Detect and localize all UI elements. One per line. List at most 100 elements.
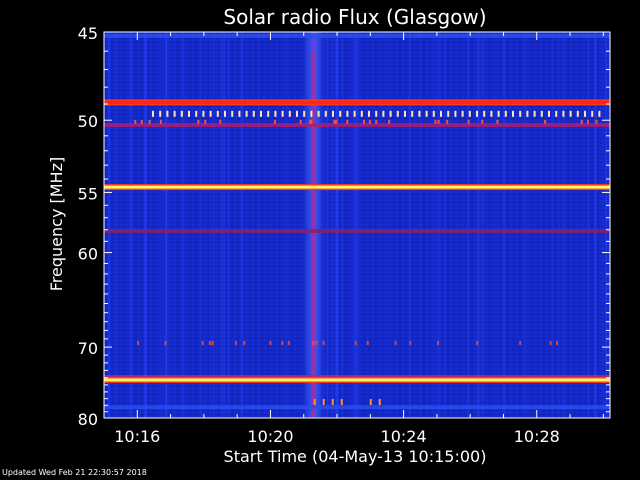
interference-dot xyxy=(269,341,272,346)
noise-streak xyxy=(223,32,227,418)
noise-streak xyxy=(351,32,353,418)
noise-streak xyxy=(326,32,329,418)
interference-tick xyxy=(425,110,428,117)
interference-dot xyxy=(368,119,371,124)
interference-tick xyxy=(281,110,284,117)
noise-streak xyxy=(495,32,497,418)
updated-timestamp: Updated Wed Feb 21 22:30:57 2018 xyxy=(2,468,147,477)
noise-streak xyxy=(227,32,230,418)
noise-streak xyxy=(182,32,185,418)
noise-streak xyxy=(602,32,605,418)
interference-tick xyxy=(360,110,363,117)
interference-dot xyxy=(333,119,336,124)
interference-tick xyxy=(180,110,183,117)
y-axis-label: Frequency [MHz] xyxy=(47,157,66,291)
noise-streak xyxy=(387,32,390,418)
noise-streak xyxy=(145,32,148,418)
interference-dot xyxy=(476,341,479,346)
burst-spot xyxy=(369,398,372,405)
noise-streak xyxy=(129,32,133,418)
x-tick-label: 10:28 xyxy=(514,427,560,446)
interference-tick xyxy=(324,110,327,117)
noise-streak xyxy=(353,32,356,418)
noise-streak xyxy=(593,32,597,418)
interference-tick xyxy=(562,110,565,117)
burst-spot xyxy=(322,398,325,405)
interference-dot xyxy=(409,341,412,346)
noise-streak xyxy=(604,32,608,418)
interference-tick xyxy=(548,110,550,117)
interference-tick xyxy=(440,110,442,117)
noise-streak xyxy=(380,32,383,418)
interference-tick xyxy=(404,110,406,117)
band-78.3mhz xyxy=(104,405,610,410)
interference-tick xyxy=(526,110,529,117)
band-45.2mhz xyxy=(104,33,610,38)
interference-dot xyxy=(363,119,366,124)
interference-tick xyxy=(195,110,198,117)
radio-burst-core xyxy=(311,52,315,418)
noise-streak xyxy=(434,32,436,418)
interference-dot xyxy=(496,119,499,124)
noise-streak xyxy=(587,32,589,418)
interference-tick xyxy=(389,110,392,117)
interference-tick xyxy=(504,110,507,117)
interference-dot xyxy=(273,119,276,124)
noise-streak xyxy=(562,32,565,418)
burst-spot xyxy=(378,398,381,405)
interference-tick xyxy=(303,110,306,117)
interference-tick xyxy=(238,110,241,117)
chart-title: Solar radio Flux (Glasgow) xyxy=(223,5,486,29)
interference-tick xyxy=(461,110,464,117)
spectrogram-chart: Solar radio Flux (Glasgow) 45 50 55 60 70 80 1… xyxy=(47,5,611,466)
interference-dot xyxy=(519,341,522,346)
plot-area xyxy=(104,32,610,418)
interference-tick xyxy=(418,110,421,117)
burst-spot xyxy=(340,398,343,405)
band-58.1mhz xyxy=(104,228,610,233)
interference-tick xyxy=(288,110,291,117)
y-tick-label: 45 xyxy=(78,24,98,43)
interference-tick xyxy=(346,110,349,117)
noise-streak xyxy=(419,32,421,418)
noise-streak xyxy=(466,32,470,418)
interference-tick xyxy=(555,110,558,117)
noise-streak xyxy=(524,32,528,418)
interference-tick xyxy=(245,110,248,117)
interference-dot xyxy=(388,119,391,124)
noise-streak xyxy=(409,32,411,418)
noise-streak xyxy=(551,32,554,418)
noise-streak xyxy=(438,32,441,418)
interference-dot xyxy=(375,119,378,124)
interference-dot xyxy=(437,119,440,124)
noise-streak xyxy=(356,32,360,418)
interference-tick xyxy=(576,110,579,117)
noise-streak xyxy=(220,32,223,418)
interference-tick xyxy=(540,110,543,117)
interference-dot xyxy=(201,341,204,346)
interference-tick xyxy=(267,110,270,117)
interference-tick xyxy=(209,110,212,117)
noise-streak xyxy=(108,32,111,418)
interference-tick xyxy=(274,110,277,117)
interference-tick xyxy=(375,110,378,117)
band-74.3mhz xyxy=(104,378,610,382)
interference-tick xyxy=(353,110,356,117)
interference-dot xyxy=(434,119,437,124)
interference-tick xyxy=(591,110,594,117)
interference-tick xyxy=(202,110,205,117)
noise-streak xyxy=(116,32,118,418)
y-tick-label: 60 xyxy=(78,245,98,264)
noise-streak xyxy=(341,32,343,418)
interference-tick xyxy=(260,110,262,117)
interference-dot xyxy=(346,119,349,124)
interference-dot xyxy=(281,341,284,346)
interference-dot xyxy=(159,119,162,124)
interference-tick xyxy=(332,110,334,117)
interference-dot xyxy=(211,341,214,346)
y-tick-label: 50 xyxy=(78,112,98,131)
interference-tick xyxy=(382,110,385,117)
interference-tick xyxy=(188,110,190,117)
interference-dot xyxy=(134,119,137,124)
burst-spot xyxy=(313,398,316,405)
